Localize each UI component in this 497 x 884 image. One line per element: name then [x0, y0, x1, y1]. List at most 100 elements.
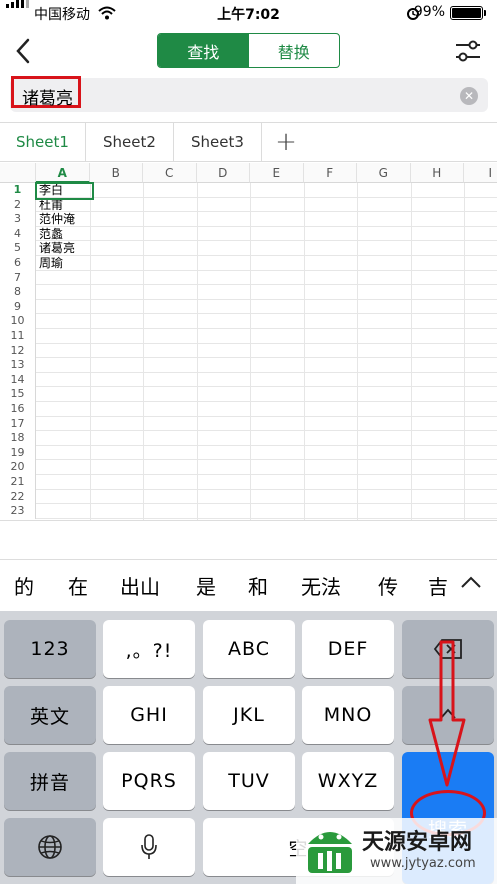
- globe-icon: [38, 835, 62, 859]
- watermark-url: www.jytyaz.com: [370, 856, 476, 871]
- row-header[interactable]: 21: [0, 475, 36, 490]
- grid-hline: [36, 240, 497, 242]
- row-header[interactable]: 8: [0, 285, 36, 300]
- row-header[interactable]: 10: [0, 314, 36, 329]
- grid-vline: [143, 183, 144, 520]
- grid-hline: [36, 298, 497, 300]
- column-header-f[interactable]: F: [303, 163, 357, 183]
- column-header-b[interactable]: B: [89, 163, 143, 183]
- back-chevron-icon[interactable]: [10, 34, 38, 68]
- spreadsheet-grid[interactable]: A B C D E F G H I 1 2 3 4 5 6 7 8 9 10 11 12 13 14 15 16 17 18 19 20…: [0, 163, 497, 521]
- row-header[interactable]: 13: [0, 358, 36, 373]
- candidate-word[interactable]: 和: [248, 571, 268, 600]
- tab-replace[interactable]: 替换: [249, 34, 340, 67]
- grid-hline: [36, 269, 497, 271]
- key-123[interactable]: 123: [4, 620, 96, 678]
- key-abc[interactable]: ABC: [203, 620, 295, 678]
- tab-sheet2[interactable]: Sheet2: [86, 123, 174, 161]
- grid-hline: [36, 474, 497, 475]
- battery-percent: 99%: [413, 4, 445, 20]
- tab-find[interactable]: 查找: [158, 34, 249, 67]
- column-header-h[interactable]: H: [410, 163, 464, 183]
- grid-hline: [36, 386, 497, 388]
- clear-search-icon[interactable]: ✕: [460, 87, 478, 105]
- key-tuv[interactable]: TUV: [203, 752, 295, 810]
- row-header[interactable]: 17: [0, 416, 36, 432]
- row-header[interactable]: 15: [0, 387, 36, 402]
- status-bar: 中国移动 上午7:02 99%: [0, 0, 497, 26]
- column-header-i[interactable]: I: [464, 163, 497, 183]
- candidate-word[interactable]: 无法: [301, 571, 341, 600]
- row-header[interactable]: 2: [0, 197, 36, 213]
- row-header[interactable]: 22: [0, 489, 36, 505]
- key-punctuation[interactable]: ,。?!: [103, 620, 195, 678]
- candidate-word[interactable]: 在: [68, 571, 88, 600]
- row-header[interactable]: 3: [0, 212, 36, 227]
- key-mno[interactable]: MNO: [302, 686, 394, 744]
- candidate-word[interactable]: 传: [378, 571, 398, 600]
- row-header[interactable]: 19: [0, 445, 36, 461]
- grid-hline: [36, 357, 497, 359]
- key-english[interactable]: 英文: [4, 686, 96, 744]
- corner-cell[interactable]: [0, 163, 36, 183]
- key-microphone[interactable]: [103, 818, 195, 876]
- row-header[interactable]: 6: [0, 256, 36, 271]
- key-pqrs[interactable]: PQRS: [103, 752, 195, 810]
- candidate-word[interactable]: 是: [196, 571, 216, 600]
- row-header[interactable]: 11: [0, 329, 36, 344]
- grid-hline: [36, 517, 497, 519]
- column-header-e[interactable]: E: [250, 163, 304, 183]
- ime-candidate-bar: 的 在 出山 是 和 无法 传 吉: [0, 559, 497, 612]
- grid-hline: [36, 196, 497, 198]
- annotation-arrow: [428, 640, 466, 787]
- row-header[interactable]: 20: [0, 460, 36, 475]
- key-pinyin[interactable]: 拼音: [4, 752, 96, 810]
- grid-vline: [464, 183, 465, 520]
- battery-icon: [450, 6, 488, 20]
- row-header[interactable]: 16: [0, 402, 36, 417]
- grid-vline: [303, 183, 305, 520]
- row-header[interactable]: 23: [0, 504, 36, 519]
- candidate-word[interactable]: 的: [14, 571, 34, 600]
- row-header[interactable]: 4: [0, 226, 36, 242]
- tab-sheet1[interactable]: Sheet1: [0, 123, 86, 161]
- grid-hline: [36, 371, 497, 373]
- cell-a4[interactable]: 范蠡: [39, 227, 63, 242]
- search-bar[interactable]: [10, 78, 488, 112]
- row-header[interactable]: 9: [0, 299, 36, 315]
- key-jkl[interactable]: JKL: [203, 686, 295, 744]
- chevron-up-icon[interactable]: [458, 570, 484, 596]
- android-logo-icon: [308, 832, 352, 873]
- column-header-g[interactable]: G: [357, 163, 411, 183]
- grid-hline: [36, 225, 497, 227]
- column-header-d[interactable]: D: [196, 163, 250, 183]
- tab-sheet3[interactable]: Sheet3: [174, 123, 262, 161]
- candidate-word[interactable]: 出山: [120, 571, 160, 600]
- row-header[interactable]: 5: [0, 241, 36, 256]
- grid-hline: [36, 401, 497, 402]
- row-header[interactable]: 18: [0, 431, 36, 446]
- column-header-a[interactable]: A: [36, 163, 90, 183]
- settings-sliders-icon[interactable]: [452, 36, 484, 66]
- cell-a3[interactable]: 范仲淹: [39, 212, 75, 227]
- microphone-icon: [141, 834, 157, 859]
- row-header[interactable]: 7: [0, 270, 36, 286]
- key-ghi[interactable]: GHI: [103, 686, 195, 744]
- cell-a6[interactable]: 周瑜: [39, 256, 63, 271]
- grid-hline: [36, 415, 497, 417]
- grid-hline: [36, 503, 497, 505]
- grid-hline: [36, 284, 497, 286]
- row-header[interactable]: 1: [0, 183, 36, 198]
- search-input[interactable]: 诸葛亮: [22, 84, 73, 109]
- row-header[interactable]: 14: [0, 372, 36, 388]
- key-wxyz[interactable]: WXYZ: [302, 752, 394, 810]
- cell-a5[interactable]: 诸葛亮: [39, 241, 75, 256]
- column-header-c[interactable]: C: [143, 163, 197, 183]
- grid-hline: [36, 255, 497, 256]
- find-replace-segmented-control: 查找 替换: [157, 33, 340, 68]
- candidate-word[interactable]: 吉: [428, 571, 448, 600]
- key-def[interactable]: DEF: [302, 620, 394, 678]
- row-header[interactable]: 12: [0, 343, 36, 359]
- key-globe[interactable]: [4, 818, 96, 876]
- add-sheet-plus-icon[interactable]: +: [262, 123, 310, 161]
